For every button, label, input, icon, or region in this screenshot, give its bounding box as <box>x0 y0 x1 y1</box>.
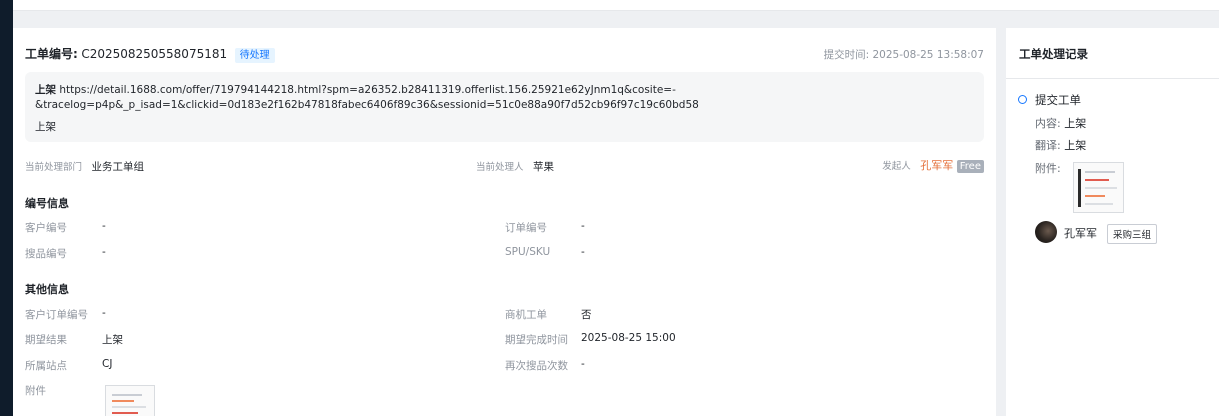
handler-label: 当前处理人 <box>476 162 524 173</box>
top-bar <box>13 0 1219 11</box>
record-content-row: 内容: 上架 <box>1035 115 1086 131</box>
research-count-value: - <box>581 358 585 370</box>
status-badge: 待处理 <box>234 48 275 63</box>
content-action: 上架 <box>35 84 56 96</box>
record-content-label: 内容: <box>1035 117 1061 130</box>
attachment-label: 附件 <box>25 385 46 397</box>
customer-order-value: - <box>102 307 106 319</box>
process-record-panel: 工单处理记录 提交工单 内容: 上架 翻译: 上架 附件: 孔军军 采购三组 <box>1006 28 1219 416</box>
handler-value: 苹果 <box>533 161 555 173</box>
expected-result-label: 期望结果 <box>25 334 67 346</box>
record-content-value: 上架 <box>1064 117 1087 130</box>
spu-sku-value: - <box>581 246 585 258</box>
user-avatar <box>1035 221 1057 243</box>
handler-row: 当前处理人 苹果 <box>476 159 554 174</box>
record-translation-label: 翻译: <box>1035 139 1061 152</box>
submit-time: 2025-08-25 13:58:07 <box>872 49 984 61</box>
biz-ticket-label: 商机工单 <box>505 309 547 321</box>
timeline-dot-icon <box>1018 95 1027 104</box>
initiator-name[interactable]: 孔军军 <box>920 159 953 172</box>
customer-no-label: 客户编号 <box>25 222 67 234</box>
content-line-1: 上架 https://detail.1688.com/offer/7197941… <box>35 82 676 97</box>
app-sidebar-edge <box>0 0 13 416</box>
expected-time-value: 2025-08-25 15:00 <box>581 332 676 344</box>
expected-time-label: 期望完成时间 <box>505 334 568 346</box>
dept-value: 业务工单组 <box>91 161 145 173</box>
customer-no-value: - <box>102 220 106 232</box>
biz-ticket-value: 否 <box>581 309 592 321</box>
record-item-title: 提交工单 <box>1035 93 1081 107</box>
site-label: 所属站点 <box>25 360 67 372</box>
record-translation-value: 上架 <box>1064 139 1087 152</box>
record-attachment-label: 附件: <box>1035 162 1061 175</box>
spu-sku-label: SPU/SKU <box>505 246 551 258</box>
ticket-number-label: 工单编号: <box>25 47 78 61</box>
submit-time-label: 提交时间: <box>823 49 870 61</box>
research-count-label: 再次搜品次数 <box>505 360 568 372</box>
dept-row: 当前处理部门 业务工单组 <box>25 159 144 174</box>
record-translation-row: 翻译: 上架 <box>1035 137 1086 153</box>
search-no-label: 搜品编号 <box>25 248 67 260</box>
record-attachment-thumbnail[interactable] <box>1073 162 1124 213</box>
content-line-2: &tracelog=p4p&_p_isad=1&clickid=0d183e2f… <box>35 99 699 111</box>
site-value: CJ <box>102 358 113 370</box>
number-info-title: 编号信息 <box>25 197 69 210</box>
submit-time-row: 提交时间: 2025-08-25 13:58:07 <box>824 47 984 62</box>
record-group-tag: 采购三组 <box>1107 224 1158 244</box>
content-line-3: 上架 <box>35 121 56 133</box>
plan-tag: Free <box>956 160 984 173</box>
ticket-header: 工单编号: C202508250558075181 待处理 <box>25 45 275 63</box>
records-title: 工单处理记录 <box>1019 47 1088 61</box>
other-info-title: 其他信息 <box>25 283 69 296</box>
order-no-value: - <box>581 220 585 232</box>
content-url[interactable]: https://detail.1688.com/offer/7197941442… <box>59 84 676 96</box>
customer-order-label: 客户订单编号 <box>25 309 88 321</box>
initiator-label: 发起人 <box>882 161 911 172</box>
expected-result-value: 上架 <box>102 334 123 346</box>
dept-label: 当前处理部门 <box>25 162 83 173</box>
ticket-content-box: 上架 https://detail.1688.com/offer/7197941… <box>25 72 984 142</box>
search-no-value: - <box>102 246 106 258</box>
order-no-label: 订单编号 <box>505 222 547 234</box>
records-divider <box>1006 78 1219 79</box>
ticket-number: C202508250558075181 <box>81 47 228 61</box>
initiator-row: 发起人 孔军军 Free <box>882 157 984 173</box>
ticket-detail-panel: 工单编号: C202508250558075181 待处理 提交时间: 2025… <box>13 28 996 416</box>
attachment-thumbnail[interactable] <box>105 385 155 416</box>
record-user-name: 孔军军 <box>1064 227 1097 240</box>
